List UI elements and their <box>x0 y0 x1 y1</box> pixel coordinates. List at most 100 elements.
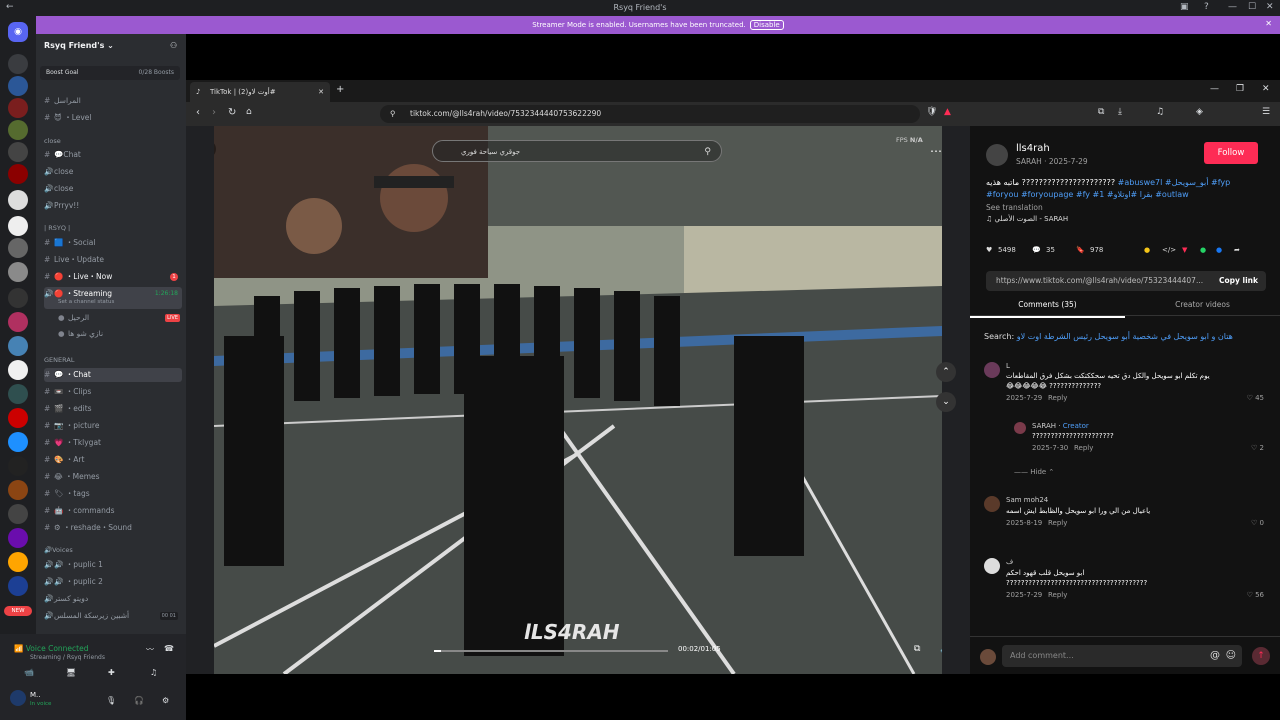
server-icon[interactable] <box>8 142 28 162</box>
channel-item[interactable]: # 💗 ・Tklygat <box>44 436 182 450</box>
server-name[interactable]: Rsyq Friend's ⌄ <box>44 41 114 50</box>
server-icon[interactable] <box>8 98 28 118</box>
channel-item[interactable]: # المراسل <box>44 94 182 108</box>
channel-item[interactable]: # 😈 ・Level <box>44 111 182 125</box>
channel-item[interactable]: # 🎬 ・edits <box>44 402 182 416</box>
commenter-avatar[interactable] <box>984 496 1000 512</box>
comment-like[interactable]: ♡ 0 <box>1251 519 1264 527</box>
channel-item[interactable]: # Live・Update <box>44 253 182 267</box>
channel-item[interactable]: # 🏷 ・tags <box>44 487 182 501</box>
help-icon[interactable]: ? <box>1204 2 1209 12</box>
reload-icon[interactable]: ↻ <box>228 107 236 118</box>
activity-icon[interactable]: ✚ <box>108 668 115 677</box>
channel-item-chat[interactable]: # 💬 ・Chat <box>44 368 182 382</box>
boost-goal-bar[interactable]: Boost Goal 0/28 Boosts <box>40 66 180 80</box>
video-player[interactable]: ✕ جوقري سياحة فوري ⚲ FPS N/A ⋯ lLS4RAH 0… <box>214 126 942 674</box>
close-window-icon[interactable]: ✕ <box>1262 84 1270 94</box>
server-icon[interactable] <box>8 336 28 356</box>
voice-location[interactable]: Streaming / Rsyq Friends <box>30 654 105 661</box>
author-avatar[interactable] <box>986 144 1008 166</box>
headphones-icon[interactable]: 🎧 <box>134 696 144 705</box>
forward-icon[interactable]: › <box>212 107 216 118</box>
microphone-icon[interactable]: 🎙 <box>106 696 116 705</box>
channel-item[interactable]: # 💬Chat <box>44 148 182 162</box>
download-icon[interactable]: ⤓ <box>1118 107 1122 117</box>
minimize-icon[interactable]: — <box>1228 2 1237 12</box>
voice-channel-item[interactable]: 🔊Prryv!! <box>44 199 182 213</box>
previous-video-icon[interactable]: ⌃ <box>936 362 956 382</box>
voice-user[interactable]: ● نازي شو ها <box>58 327 182 341</box>
see-translation-link[interactable]: See translation <box>986 203 1043 212</box>
brave-shield-icon[interactable]: 🛡 <box>926 107 937 117</box>
commenter-avatar[interactable] <box>984 362 1000 378</box>
url-bar[interactable]: ⚲ tiktok.com/@lls4rah/video/753234444075… <box>380 105 920 123</box>
voice-channel-item[interactable]: 🔊🔊 ・puplic 1 <box>44 558 182 572</box>
disconnect-icon[interactable]: ☎ <box>164 644 174 653</box>
noise-suppression-icon[interactable]: 〰 <box>146 644 154 655</box>
commenter-avatar[interactable] <box>984 558 1000 574</box>
new-tab-icon[interactable]: + <box>336 84 344 95</box>
reply-button[interactable]: Reply <box>1048 519 1067 527</box>
like-icon[interactable]: ♥ <box>986 246 992 254</box>
media-icon[interactable]: ♫ <box>1156 107 1164 117</box>
back-icon[interactable]: ‹ <box>196 107 200 118</box>
server-icon[interactable] <box>8 432 28 452</box>
close-banner-icon[interactable]: ✕ <box>1265 19 1272 28</box>
close-icon[interactable]: ✕ <box>1266 2 1274 12</box>
comment-icon[interactable]: 💬 <box>1032 246 1041 254</box>
channel-item-streaming[interactable]: 🔊🔴 ・Streaming 1:26:18 Set a channel stat… <box>44 287 182 309</box>
category-close[interactable]: close <box>44 137 61 145</box>
server-icon[interactable] <box>8 552 28 572</box>
server-icon[interactable] <box>8 288 28 308</box>
wallet-icon[interactable]: ◈ <box>1196 107 1203 117</box>
comment-like[interactable]: ♡ 45 <box>1247 394 1264 402</box>
reply-button[interactable]: Reply <box>1048 591 1067 599</box>
add-comment-input[interactable]: Add comment... @ ☺ <box>1002 645 1242 667</box>
maximize-icon[interactable]: ☐ <box>1248 2 1256 12</box>
server-icon[interactable] <box>8 216 28 236</box>
tab-comments[interactable]: Comments (35) <box>970 294 1125 318</box>
channel-item[interactable]: # 🎨 ・Art <box>44 453 182 467</box>
mention-icon[interactable]: @ <box>1210 645 1220 667</box>
server-icon[interactable] <box>8 190 28 210</box>
channel-item[interactable]: # 📷 ・picture <box>44 419 182 433</box>
restore-icon[interactable]: ❐ <box>1236 84 1244 94</box>
server-icon[interactable] <box>8 120 28 140</box>
channel-item[interactable]: # 🟦 ・Social <box>44 236 182 250</box>
copy-link-button[interactable]: Copy link <box>1219 271 1258 291</box>
author-username[interactable]: lls4rah <box>1016 143 1050 154</box>
reply-button[interactable]: Reply <box>1074 444 1093 452</box>
disable-button[interactable]: Disable <box>749 20 784 30</box>
server-icon[interactable] <box>8 528 28 548</box>
channel-item[interactable]: # 🤖 ・commands <box>44 504 182 518</box>
video-search-input[interactable]: جوقري سياحة فوري ⚲ <box>432 140 722 162</box>
category-rsyq[interactable]: | RSYQ | <box>44 224 70 232</box>
voice-channel-item[interactable]: 🔊close <box>44 182 182 196</box>
category-voices[interactable]: 🔊Voices <box>44 546 73 554</box>
comment-like[interactable]: ♡ 2 <box>1251 444 1264 452</box>
facebook-icon[interactable]: ● <box>1216 246 1222 254</box>
next-video-icon[interactable]: ⌄ <box>936 392 956 412</box>
server-icon[interactable] <box>8 576 28 596</box>
voice-channel-item[interactable]: 🔊close <box>44 165 182 179</box>
server-icon[interactable] <box>8 480 28 500</box>
share-coin-icon[interactable]: ● <box>1144 246 1150 254</box>
rewards-icon[interactable]: ▲ <box>944 107 951 117</box>
soundboard-icon[interactable]: ♫ <box>150 668 157 677</box>
volume-icon[interactable]: 🔊 <box>940 644 942 654</box>
server-icon[interactable] <box>8 262 28 282</box>
browser-tab[interactable]: ♪ TikTok | أوت لاو(2)# ✕ <box>190 82 330 102</box>
commenter-avatar[interactable] <box>1014 422 1026 434</box>
voice-channel-item[interactable]: 🔊🔊 ・puplic 2 <box>44 575 182 589</box>
hide-replies-button[interactable]: —— Hide ⌃ <box>1014 468 1054 476</box>
settings-gear-icon[interactable]: ⚙ <box>162 696 169 705</box>
server-icon[interactable] <box>8 238 28 258</box>
server-icon[interactable] <box>8 76 28 96</box>
share-link-box[interactable]: https://www.tiktok.com/@lls4rah/video/75… <box>986 271 1266 291</box>
sound-link[interactable]: ♫ الصوت الأصلي - SARAH <box>986 215 1068 223</box>
category-general[interactable]: GENERAL <box>44 356 74 364</box>
tab-creator-videos[interactable]: Creator videos <box>1125 294 1280 316</box>
search-suggestion[interactable]: Search: هتان و ابو سويحل في شخصية أبو سو… <box>984 332 1233 341</box>
channel-item[interactable]: # ⚙ ・reshade・Sound <box>44 521 182 535</box>
server-icon[interactable] <box>8 456 28 476</box>
